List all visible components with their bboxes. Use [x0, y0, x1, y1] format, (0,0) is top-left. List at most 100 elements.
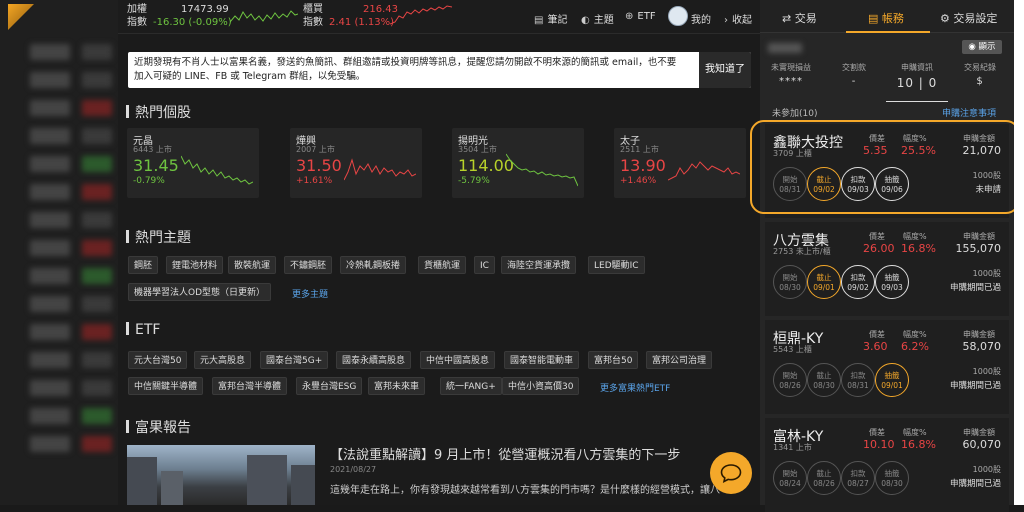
etf-tag[interactable]: 富邦台灣半導體: [212, 377, 288, 395]
tab-account[interactable]: ▤ 帳務: [868, 10, 904, 26]
dollar-icon: $: [976, 76, 984, 87]
etf-tag[interactable]: 國泰台灣5G+: [260, 351, 329, 369]
stat-unrealized[interactable]: 未實現損益 ****: [760, 62, 822, 87]
etf-tag[interactable]: 元大高股息: [194, 351, 252, 369]
sidebar-item[interactable]: [30, 296, 70, 312]
avatar[interactable]: [668, 6, 688, 26]
sidebar-item[interactable]: [30, 436, 70, 452]
timeline-step: 扣款 08/31: [841, 363, 875, 397]
ipo-card[interactable]: 八方雲集 2753 未上市/櫃 價差 幅度% 申購金額 26.00 16.8% 155,070…: [765, 222, 1009, 316]
timeline-step: 扣款 09/02: [841, 265, 875, 299]
tab-trade[interactable]: ⇄ 交易: [782, 10, 817, 26]
etf-tag[interactable]: 永豐台灣ESG: [296, 377, 363, 395]
stat-records[interactable]: 交易紀錄 $: [949, 62, 1011, 87]
article-image[interactable]: [127, 445, 315, 505]
stock-card[interactable]: 元晶 6443 上市 31.45 -0.79%: [127, 128, 259, 198]
stat-label: 申購資訊: [901, 63, 933, 72]
sidebar-item[interactable]: [30, 128, 70, 144]
stock-change: +1.46%: [620, 176, 657, 186]
etf-tag[interactable]: 富邦台50: [588, 351, 639, 369]
theme-tag[interactable]: IC: [474, 256, 495, 274]
step-date: 08/30: [779, 283, 801, 292]
scrollbar[interactable]: [1014, 0, 1024, 505]
theme-tag[interactable]: 冷熱軋鋼板捲: [340, 256, 407, 274]
chat-bubble-icon: [720, 464, 742, 483]
step-date: 09/01: [813, 283, 835, 292]
ipo-pct: 16.8%: [901, 438, 936, 451]
chat-button[interactable]: [710, 452, 752, 494]
etf-tag[interactable]: 中信關鍵半導體: [128, 377, 204, 395]
ipo-card[interactable]: 桓鼎-KY 5543 上櫃 價差 幅度% 申購金額 3.60 6.2% 58,070 1000股…: [765, 320, 1009, 414]
stock-card[interactable]: 太子 2511 上市 13.90 +1.46%: [614, 128, 746, 198]
notes-link[interactable]: ▤ 筆記: [534, 11, 567, 26]
theme-link[interactable]: ◐ 主題: [581, 11, 614, 26]
sidebar-item[interactable]: [30, 380, 70, 396]
ipo-code: 2753 未上市/櫃: [773, 247, 831, 256]
show-label: 顯示: [978, 42, 996, 52]
top-bar: 加權 指數 17473.99 -16.30 (-0.09%) 櫃買 指數 216…: [118, 0, 760, 34]
etf-tag[interactable]: 富邦未來車: [368, 377, 426, 395]
article-title[interactable]: 【法說重點解讀】9 月上市！從營運概況看八方雲集的下一步: [330, 444, 680, 463]
etf-tag[interactable]: 國泰智能電動車: [504, 351, 580, 369]
sidebar-item[interactable]: [30, 184, 70, 200]
sidebar-item[interactable]: [30, 352, 70, 368]
theme-tag[interactable]: 鋼胚: [128, 256, 159, 274]
stat-label: 未實現損益: [771, 63, 811, 72]
theme-tag[interactable]: 鋰電池材料: [166, 256, 224, 274]
index-change: -16.30 (-0.09%): [153, 17, 232, 28]
theme-tag[interactable]: 貨櫃航運: [418, 256, 467, 274]
etf-tag[interactable]: 元大台灣50: [128, 351, 188, 369]
sidebar-item[interactable]: [30, 324, 70, 340]
mine-link[interactable]: 我的: [691, 11, 711, 26]
sidebar-item[interactable]: [30, 100, 70, 116]
more-etf-link[interactable]: 更多富果熱門ETF: [600, 381, 670, 394]
index-otc[interactable]: 櫃買 指數 216.43 2.41 (1.13%): [303, 3, 398, 29]
stat-subscription[interactable]: 申購資訊 10 | 0: [886, 62, 948, 102]
hot-themes-title: 熱門主題: [126, 227, 191, 247]
theme-tag[interactable]: 不鏽鋼胚: [284, 256, 333, 274]
etf-tag[interactable]: 中信小資高價30: [502, 377, 580, 395]
show-button[interactable]: ◉ 顯示: [962, 40, 1002, 54]
tab-settings[interactable]: ⚙ 交易設定: [940, 10, 997, 26]
theme-tag[interactable]: 散裝航運: [228, 256, 277, 274]
sidebar-item[interactable]: [30, 268, 70, 284]
index-taiex[interactable]: 加權 指數 17473.99 -16.30 (-0.09%): [127, 3, 232, 29]
ipo-spread: 26.00: [863, 242, 895, 255]
step-label: 扣款: [850, 371, 866, 380]
left-sidebar: [0, 0, 118, 505]
stock-card[interactable]: 揚明光 3504 上市 114.00 -5.79%: [452, 128, 584, 198]
etf-tag[interactable]: 中信中國高股息: [420, 351, 496, 369]
sidebar-value: [82, 268, 112, 284]
stock-card[interactable]: 燁興 2007 上市 31.50 +1.61%: [290, 128, 422, 198]
collapse-button[interactable]: › 收起: [724, 11, 752, 26]
step-date: 08/30: [813, 381, 835, 390]
sidebar-item[interactable]: [30, 72, 70, 88]
etf-tag[interactable]: 國泰永續高股息: [336, 351, 412, 369]
subscription-notice-link[interactable]: 申購注意事項: [942, 106, 996, 119]
account-id: [768, 43, 802, 53]
sidebar-value: [82, 352, 112, 368]
etf-title: ETF: [126, 322, 160, 338]
more-themes-link[interactable]: 更多主題: [292, 287, 328, 300]
sidebar-item[interactable]: [30, 156, 70, 172]
theme-tag[interactable]: LED驅動IC: [588, 256, 645, 274]
etf-tag[interactable]: 富邦公司治理: [646, 351, 713, 369]
ipo-card[interactable]: 富林-KY 1341 上市 價差 幅度% 申購金額 10.10 16.8% 60,070 100…: [765, 418, 1009, 512]
highlight-outline: [750, 120, 1020, 214]
ipo-amount: 155,070: [955, 242, 1002, 255]
stat-settlement[interactable]: 交割款 -: [823, 62, 885, 87]
theme-tag[interactable]: 海陸空貨運承攬: [501, 256, 577, 274]
sidebar-item[interactable]: [30, 408, 70, 424]
sidebar-item[interactable]: [30, 212, 70, 228]
step-label: 抽籤: [884, 469, 900, 478]
theme-tag[interactable]: 機器學習法人OD型態（日更新）: [128, 283, 272, 301]
sidebar-item[interactable]: [30, 240, 70, 256]
not-joined-count: 未參加(10): [772, 109, 818, 119]
dismiss-button[interactable]: 我知道了: [699, 52, 751, 88]
sidebar-item[interactable]: [30, 44, 70, 60]
step-date: 08/26: [813, 479, 835, 488]
notice-text: 近期發現有不肖人士以富果名義，發送釣魚簡訊、群組邀請或投資明牌等訊息，提醒您請勿…: [134, 57, 677, 82]
tab-label: 交易設定: [953, 12, 998, 25]
etf-tag[interactable]: 統一FANG+: [440, 377, 502, 395]
etf-link[interactable]: ⊕ ETF: [625, 11, 656, 22]
